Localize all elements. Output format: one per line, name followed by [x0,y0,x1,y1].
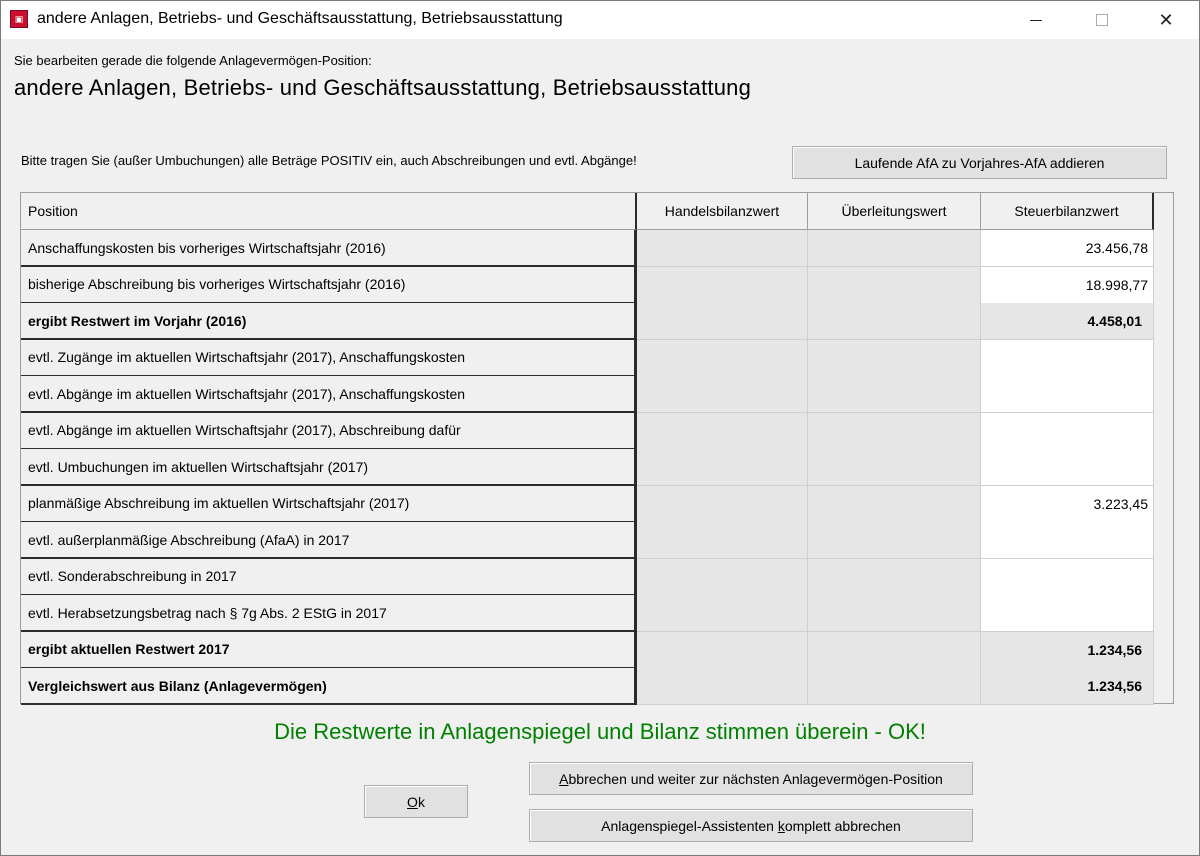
handelsbilanz-cell[interactable] [637,558,808,596]
row-label: evtl. außerplanmäßige Abschreibung (AfaA… [21,522,637,559]
row-label: Vergleichswert aus Bilanz (Anlagevermöge… [21,668,637,705]
steuerbilanz-cell[interactable] [981,522,1154,559]
table-row: evtl. Herabsetzungsbetrag nach § 7g Abs.… [21,595,1173,632]
minimize-button[interactable] [1013,1,1059,39]
ok-label: Ok [407,793,425,810]
asset-grid: Position Handelsbilanzwert Überleitungsw… [20,192,1174,705]
table-row: Anschaffungskosten bis vorheriges Wirtsc… [21,230,1173,267]
handelsbilanz-cell[interactable] [637,266,808,304]
row-label: planmäßige Abschreibung im aktuellen Wir… [21,485,637,523]
handelsbilanz-cell[interactable] [637,595,808,632]
handelsbilanz-cell[interactable] [637,485,808,523]
steuerbilanz-cell[interactable] [981,339,1154,377]
handelsbilanz-cell[interactable] [637,631,808,669]
ueberleitung-cell[interactable] [808,631,981,669]
handelsbilanz-cell[interactable] [637,376,808,413]
ueberleitung-cell[interactable] [808,412,981,450]
row-label: evtl. Zugänge im aktuellen Wirtschaftsja… [21,339,637,377]
ueberleitung-cell[interactable] [808,668,981,705]
steuerbilanz-cell[interactable] [981,595,1154,632]
table-row: evtl. Abgänge im aktuellen Wirtschaftsja… [21,376,1173,413]
steuerbilanz-cell[interactable]: 23.456,78 [981,230,1154,267]
close-button[interactable]: ✕ [1143,1,1189,39]
handelsbilanz-cell[interactable] [637,412,808,450]
minimize-icon [1030,19,1042,21]
table-row: ergibt Restwert im Vorjahr (2016) 4.458,0… [21,303,1173,340]
col-header-steuerbilanz: Steuerbilanzwert [981,193,1154,230]
row-label: Anschaffungskosten bis vorheriges Wirtsc… [21,230,637,267]
table-row: bisherige Abschreibung bis vorheriges Wi… [21,266,1173,304]
skip-next-label: Abbrechen und weiter zur nächsten Anlage… [559,770,943,787]
handelsbilanz-cell[interactable] [637,668,808,705]
steuerbilanz-cell[interactable] [981,412,1154,450]
col-header-ueberleitung: Überleitungswert [808,193,981,230]
ueberleitung-cell[interactable] [808,230,981,267]
table-row: ergibt aktuellen Restwert 2017 1.234,56 [21,631,1173,669]
table-row: planmäßige Abschreibung im aktuellen Wir… [21,485,1173,523]
steuerbilanz-cell[interactable] [981,449,1154,486]
ok-button[interactable]: Ok [364,785,468,818]
table-row: evtl. Sonderabschreibung in 2017 [21,558,1173,596]
window-title: andere Anlagen, Betriebs- und Geschäftsa… [37,10,563,27]
table-row: evtl. Abgänge im aktuellen Wirtschaftsja… [21,412,1173,450]
row-label: evtl. Abgänge im aktuellen Wirtschaftsja… [21,412,637,450]
handelsbilanz-cell[interactable] [637,449,808,486]
add-afa-button[interactable]: Laufende AfA zu Vorjahres-AfA addieren [792,146,1167,179]
abort-assistant-label: Anlagenspiegel-Assistenten komplett abbr… [601,817,901,834]
grid-header: Position Handelsbilanzwert Überleitungsw… [21,193,1173,230]
ueberleitung-cell[interactable] [808,595,981,632]
row-label: evtl. Umbuchungen im aktuellen Wirtschaf… [21,449,637,486]
row-label: evtl. Herabsetzungsbetrag nach § 7g Abs.… [21,595,637,632]
close-icon: ✕ [1158,9,1174,30]
steuerbilanz-cell[interactable] [981,558,1154,596]
ueberleitung-cell[interactable] [808,558,981,596]
steuerbilanz-cell: 1.234,56 [981,668,1154,705]
row-label: ergibt aktuellen Restwert 2017 [21,631,637,669]
row-label: evtl. Sonderabschreibung in 2017 [21,558,637,596]
handelsbilanz-cell[interactable] [637,303,808,340]
steuerbilanz-cell: 1.234,56 [981,631,1154,669]
hint-text: Bitte tragen Sie (außer Umbuchungen) all… [21,153,637,168]
position-name: andere Anlagen, Betriebs- und Geschäftsa… [14,75,751,100]
steuerbilanz-cell[interactable] [981,376,1154,413]
ueberleitung-cell[interactable] [808,303,981,340]
table-row: evtl. Zugänge im aktuellen Wirtschaftsja… [21,339,1173,377]
maximize-icon [1096,14,1108,26]
col-header-handelsbilanz: Handelsbilanzwert [637,193,808,230]
table-row: Vergleichswert aus Bilanz (Anlagevermöge… [21,668,1173,705]
table-row: evtl. außerplanmäßige Abschreibung (AfaA… [21,522,1173,559]
maximize-button[interactable] [1079,1,1125,39]
abort-assistant-button[interactable]: Anlagenspiegel-Assistenten komplett abbr… [529,809,973,842]
ueberleitung-cell[interactable] [808,449,981,486]
ueberleitung-cell[interactable] [808,485,981,523]
col-header-position: Position [21,193,637,230]
row-label: ergibt Restwert im Vorjahr (2016) [21,303,637,340]
ueberleitung-cell[interactable] [808,376,981,413]
steuerbilanz-cell[interactable]: 3.223,45 [981,485,1154,523]
ueberleitung-cell[interactable] [808,266,981,304]
status-message: Die Restwerte in Anlagenspiegel und Bila… [274,719,926,744]
ueberleitung-cell[interactable] [808,522,981,559]
steuerbilanz-cell: 4.458,01 [981,303,1154,340]
skip-next-button[interactable]: Abbrechen und weiter zur nächsten Anlage… [529,762,973,795]
handelsbilanz-cell[interactable] [637,230,808,267]
row-label: evtl. Abgänge im aktuellen Wirtschaftsja… [21,376,637,413]
handelsbilanz-cell[interactable] [637,522,808,559]
editing-label: Sie bearbeiten gerade die folgende Anlag… [14,53,372,68]
title-bar[interactable]: ▣ andere Anlagen, Betriebs- und Geschäft… [1,1,1199,39]
ueberleitung-cell[interactable] [808,339,981,377]
app-logo-icon: ▣ [10,10,28,28]
handelsbilanz-cell[interactable] [637,339,808,377]
row-label: bisherige Abschreibung bis vorheriges Wi… [21,266,637,304]
steuerbilanz-cell[interactable]: 18.998,77 [981,266,1154,304]
table-row: evtl. Umbuchungen im aktuellen Wirtschaf… [21,449,1173,486]
dialog-window: ▣ andere Anlagen, Betriebs- und Geschäft… [0,0,1200,856]
